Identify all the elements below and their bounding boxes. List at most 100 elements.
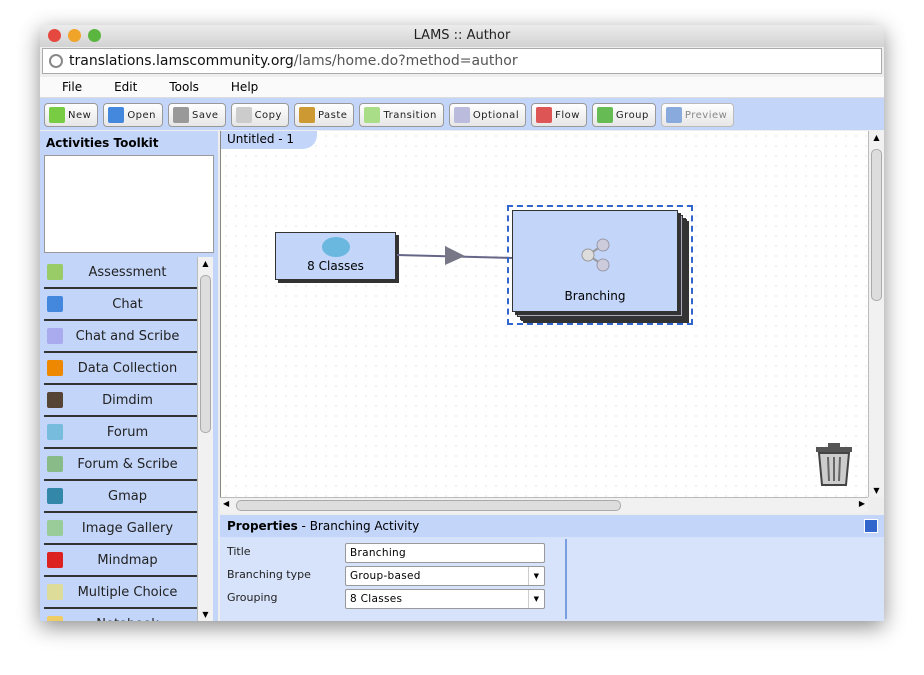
toolbar-preview-button[interactable]: Preview <box>661 103 734 127</box>
activity-list: Assessment Chat Chat and Scribe Data Collec… <box>44 257 197 621</box>
toolbar-save-button[interactable]: Save <box>168 103 226 127</box>
button-label: Group <box>616 110 649 121</box>
activity-label: Multiple Choice <box>44 585 197 600</box>
scroll-thumb[interactable] <box>871 149 882 301</box>
activity-item-dimdim[interactable]: Dimdim <box>44 385 197 417</box>
chevron-down-icon[interactable]: ▼ <box>528 590 544 608</box>
activity-label: Chat <box>44 297 197 312</box>
grouping-activity[interactable]: 8 Classes <box>275 232 396 280</box>
activity-item-forum-scribe[interactable]: Forum & Scribe <box>44 449 197 481</box>
scroll-thumb[interactable] <box>200 275 211 433</box>
minimize-icon[interactable] <box>68 29 81 42</box>
scroll-thumb[interactable] <box>236 500 621 511</box>
scroll-up-icon[interactable]: ▲ <box>198 259 213 268</box>
activity-icon <box>47 616 63 621</box>
button-label: Preview <box>685 110 727 121</box>
activity-label: Data Collection <box>44 361 197 376</box>
scroll-left-icon[interactable]: ◀ <box>223 499 229 508</box>
activity-label: Image Gallery <box>44 521 197 536</box>
activity-item-image-gallery[interactable]: Image Gallery <box>44 513 197 545</box>
branching-type-select[interactable]: Group-based ▼ <box>345 566 545 586</box>
activity-item-assessment[interactable]: Assessment <box>44 257 197 289</box>
pencil-gray-icon <box>454 107 470 123</box>
toolkit-scrollbar[interactable]: ▲ ▼ <box>197 257 213 621</box>
group-icon <box>322 237 350 257</box>
activity-item-multiple-choice[interactable]: Multiple Choice <box>44 577 197 609</box>
properties-heading: Properties <box>227 519 298 533</box>
activity-label: Forum & Scribe <box>44 457 197 472</box>
toolbar: New Open SaveCopy Paste Transition Optional Fl… <box>40 97 884 130</box>
activity-icon <box>47 488 63 504</box>
design-canvas[interactable]: Untitled - 1 8 Classes Branching <box>220 131 868 497</box>
activity-item-gmap[interactable]: Gmap <box>44 481 197 513</box>
chevron-down-icon[interactable]: ▼ <box>528 567 544 585</box>
canvas-horizontal-scrollbar[interactable]: ◀ ▶ <box>220 497 868 513</box>
branching-type-value: Group-based <box>350 570 421 582</box>
toolkit-title: Activities Toolkit <box>40 131 218 155</box>
activity-icon <box>47 360 63 376</box>
url-path: /lams/home.do?method=author <box>294 53 518 69</box>
toolkit-preview <box>44 155 214 253</box>
button-label: Open <box>127 110 156 121</box>
copy-icon <box>236 107 252 123</box>
magnifier-icon <box>666 107 682 123</box>
button-label: Flow <box>555 110 580 121</box>
collapse-icon[interactable] <box>864 519 878 533</box>
button-label: Paste <box>318 110 348 121</box>
activity-label: Mindmap <box>44 553 197 568</box>
activity-item-mindmap[interactable]: Mindmap <box>44 545 197 577</box>
scroll-down-icon[interactable]: ▼ <box>198 610 213 619</box>
button-label: New <box>68 110 91 121</box>
scroll-right-icon[interactable]: ▶ <box>859 499 865 508</box>
activity-item-forum[interactable]: Forum <box>44 417 197 449</box>
toolbar-transition-button[interactable]: Transition <box>359 103 443 127</box>
globe-icon <box>49 54 63 68</box>
activity-item-chat[interactable]: Chat <box>44 289 197 321</box>
menu-bar: File Edit Tools Help <box>40 77 884 97</box>
toolbar-new-button[interactable]: New <box>44 103 98 127</box>
zoom-icon[interactable] <box>88 29 101 42</box>
group-icon <box>597 107 613 123</box>
title-bar: LAMS :: Author <box>40 25 884 47</box>
button-label: Transition <box>383 110 436 121</box>
new-icon <box>49 107 65 123</box>
menu-edit[interactable]: Edit <box>114 77 137 97</box>
transition-arrow[interactable] <box>397 241 517 271</box>
scroll-up-icon[interactable]: ▲ <box>869 133 884 142</box>
divider <box>565 539 567 619</box>
tab-untitled[interactable]: Untitled - 1 <box>221 131 317 149</box>
activity-item-chat-and-scribe[interactable]: Chat and Scribe <box>44 321 197 353</box>
grouping-select[interactable]: 8 Classes▼ <box>345 589 545 609</box>
scroll-down-icon[interactable]: ▼ <box>869 486 884 495</box>
activity-icon <box>47 584 63 600</box>
activity-icon <box>47 552 63 568</box>
activity-icon <box>47 456 63 472</box>
close-icon[interactable] <box>48 29 61 42</box>
menu-file[interactable]: File <box>62 77 82 97</box>
activity-item-notebook[interactable]: Notebook <box>44 609 197 621</box>
activity-item-data-collection[interactable]: Data Collection <box>44 353 197 385</box>
branching-activity[interactable]: Branching <box>512 210 678 312</box>
toolbar-flow-button[interactable]: Flow <box>531 103 587 127</box>
pencil-icon <box>364 107 380 123</box>
activity-icon <box>47 424 63 440</box>
trash-icon[interactable] <box>813 443 855 487</box>
canvas-vertical-scrollbar[interactable]: ▲ ▼ <box>868 131 884 497</box>
grouping-activity-label: 8 Classes <box>307 259 364 273</box>
menu-help[interactable]: Help <box>231 77 258 97</box>
branching-activity-label: Branching <box>565 289 626 303</box>
activity-icon <box>47 328 63 344</box>
toolbar-copy-button[interactable]: Copy <box>231 103 289 127</box>
title-input[interactable]: Branching <box>345 543 545 563</box>
url-field[interactable]: translations.lamscommunity.org/lams/home… <box>42 48 882 74</box>
grouping-label: Grouping <box>227 591 278 604</box>
toolbar-optional-button[interactable]: Optional <box>449 103 526 127</box>
toolbar-group-button[interactable]: Group <box>592 103 656 127</box>
app-window: LAMS :: Author translations.lamscommunit… <box>40 25 884 621</box>
activity-label: Notebook <box>44 617 197 622</box>
activity-label: Chat and Scribe <box>44 329 197 344</box>
toolbar-open-button[interactable]: Open <box>103 103 163 127</box>
toolbar-paste-button[interactable]: Paste <box>294 103 355 127</box>
folder-icon <box>108 107 124 123</box>
menu-tools[interactable]: Tools <box>169 77 199 97</box>
